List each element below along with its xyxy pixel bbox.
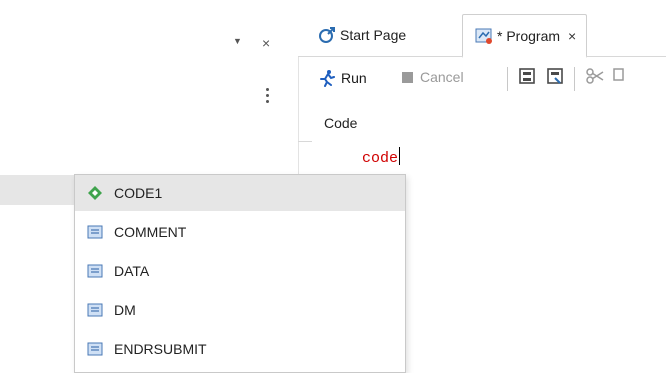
code-text: code (362, 150, 399, 167)
autocomplete-item[interactable]: CODE1 (75, 175, 405, 211)
save-icon[interactable] (518, 67, 536, 85)
autocomplete-popup: CODE1 COMMENT DATA DM ENDRSUBMIT (74, 174, 406, 373)
snippet-diamond-icon (88, 186, 102, 200)
document-tabstrip: Start Page * Program × (298, 0, 666, 58)
editor-subtabs: Code (298, 105, 666, 143)
keyword-icon (87, 303, 103, 317)
tab-program[interactable]: * Program × (462, 14, 588, 58)
autocomplete-item-label: ENDRSUBMIT (114, 341, 207, 357)
autocomplete-item-label: CODE1 (114, 185, 163, 201)
run-button[interactable]: Run (318, 69, 367, 87)
cut-icon[interactable] (586, 67, 604, 85)
tab-close-icon[interactable]: × (568, 28, 576, 44)
autocomplete-item-label: COMMENT (114, 224, 187, 240)
cancel-label: Cancel (420, 69, 464, 85)
cancel-button[interactable]: Cancel (402, 69, 464, 85)
stop-square-icon (402, 71, 413, 83)
autocomplete-item[interactable]: DM (75, 292, 405, 328)
autocomplete-item[interactable]: ENDRSUBMIT (75, 331, 405, 367)
toolbar-divider (574, 67, 575, 91)
run-label: Run (341, 70, 367, 86)
keyword-icon (87, 225, 103, 239)
start-page-icon (319, 27, 335, 43)
autocomplete-item[interactable]: DATA (75, 253, 405, 289)
keyword-icon (87, 264, 103, 278)
program-toolbar: Run Cancel (298, 57, 666, 101)
autocomplete-item[interactable]: COMMENT (75, 214, 405, 250)
text-cursor (399, 147, 401, 165)
autocomplete-item-label: DM (114, 302, 136, 318)
panel-menu-chevron-icon[interactable]: ▼ (233, 37, 242, 46)
tab-code[interactable]: Code (312, 105, 370, 143)
panel-close-button[interactable]: × (262, 36, 270, 50)
more-options-icon[interactable] (266, 88, 270, 106)
keyword-icon (87, 342, 103, 356)
tab-start-page-label: Start Page (340, 27, 407, 43)
tab-program-label: * Program (497, 27, 561, 44)
save-as-icon[interactable] (546, 67, 564, 85)
tab-start-page[interactable]: Start Page (318, 14, 406, 56)
copy-icon[interactable] (613, 67, 631, 85)
autocomplete-item-label: DATA (114, 263, 150, 279)
toolbar-divider (507, 67, 508, 91)
code-line: code (362, 147, 401, 167)
run-icon (320, 70, 335, 87)
program-icon (475, 28, 492, 44)
